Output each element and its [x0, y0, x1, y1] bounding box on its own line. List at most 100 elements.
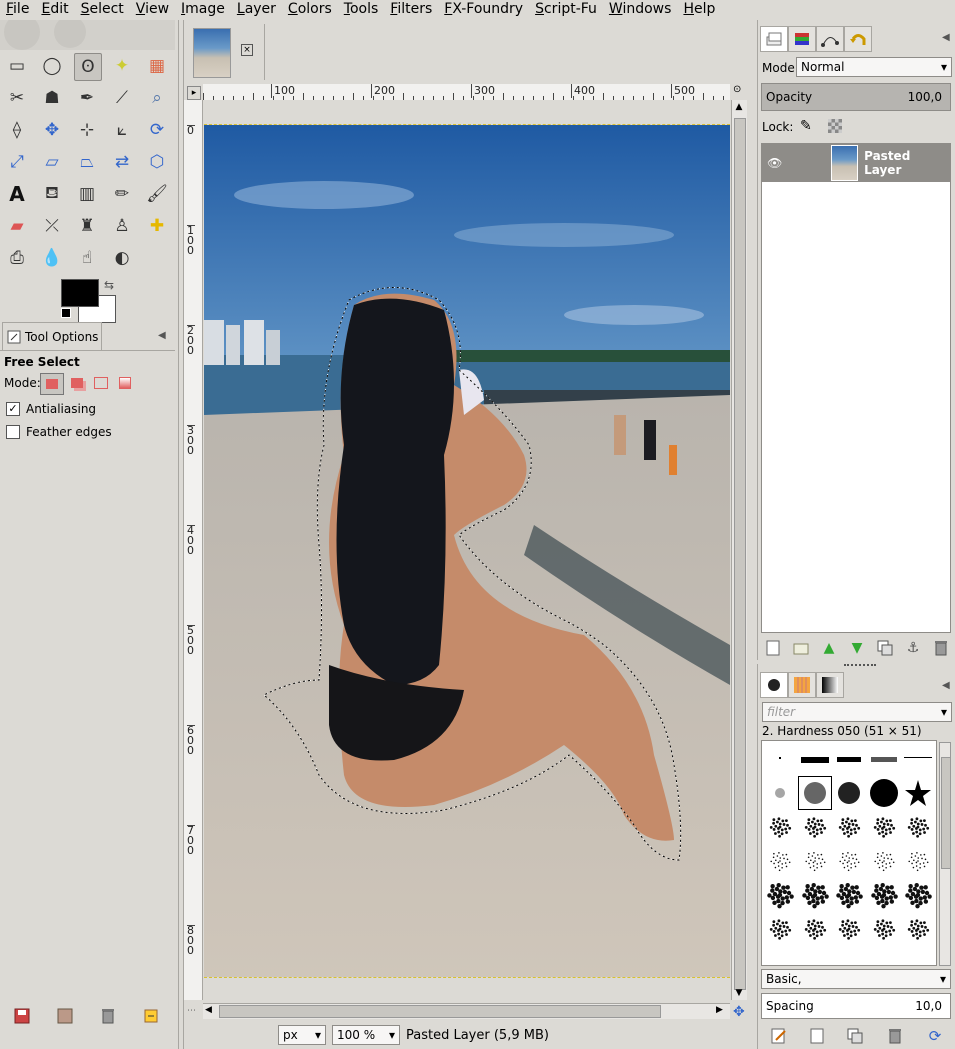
delete-brush-button[interactable] [885, 1026, 905, 1046]
brush-smudge-icon[interactable] [867, 742, 901, 776]
brush-speckle-1-icon[interactable] [763, 912, 797, 946]
feather-edges-checkbox[interactable] [6, 425, 20, 439]
zoom-image-icon[interactable]: ⊙ [733, 84, 745, 98]
tab-tool-options[interactable]: Tool Options [2, 322, 102, 350]
shear-tool-button[interactable]: ▱ [39, 149, 65, 175]
cage-tool-button[interactable]: ⬡ [144, 149, 170, 175]
text-tool-button[interactable]: A [4, 181, 30, 207]
move-tool-button[interactable]: ✥ [39, 117, 65, 143]
spacing-spinscale[interactable]: Spacing 10,0 [761, 993, 951, 1019]
brush-grid-scrollbar[interactable] [939, 742, 951, 966]
menu-edit[interactable]: Edit [35, 0, 74, 19]
scroll-right-icon[interactable]: ▶ [716, 1005, 728, 1017]
perspective-tool-button[interactable]: ⏢ [74, 149, 100, 175]
brush-speckle-4-icon[interactable] [867, 912, 901, 946]
configure-tab-icon[interactable]: ◀ [942, 32, 950, 43]
brush-scroll-thumb[interactable] [941, 757, 951, 869]
menu-select[interactable]: Select [75, 0, 130, 19]
blur-tool-button[interactable]: 💧 [39, 245, 65, 271]
menu-script-fu[interactable]: Script-Fu [529, 0, 603, 19]
brush-blob-4-icon[interactable] [867, 878, 901, 912]
antialiasing-checkbox-row[interactable]: ✓ Antialiasing [6, 402, 96, 416]
brush-blob-5-icon[interactable] [901, 878, 935, 912]
mode-subtract-button[interactable] [90, 373, 112, 393]
tab-channels[interactable] [788, 26, 816, 52]
heal-tool-button[interactable]: ✚ [144, 213, 170, 239]
layer-row[interactable]: 👁 Pasted Layer [762, 144, 950, 182]
align-tool-button[interactable]: ⊹ [74, 117, 100, 143]
menu-help[interactable]: Help [677, 0, 721, 19]
brush-sparse-4-icon[interactable] [867, 844, 901, 878]
menu-colors[interactable]: Colors [282, 0, 338, 19]
layer-mode-select[interactable]: Normal ▾ [796, 57, 952, 77]
fuzzy-select-tool-button[interactable]: ✦ [109, 53, 135, 79]
edit-brush-button[interactable] [769, 1026, 789, 1046]
ink-tool-button[interactable]: ♜ [74, 213, 100, 239]
flip-tool-button[interactable]: ⇄ [109, 149, 135, 175]
perspective-clone-tool-button[interactable]: ⎙ [4, 245, 30, 271]
brush-texture-5-icon[interactable] [901, 810, 935, 844]
brush-speckle-3-icon[interactable] [832, 912, 866, 946]
menu-image[interactable]: Image [175, 0, 231, 19]
vertical-scroll-thumb[interactable] [734, 118, 746, 990]
duplicate-layer-button[interactable] [875, 638, 895, 658]
scissors-tool-button[interactable]: ✂ [4, 85, 30, 111]
zoom-selector[interactable]: 100 % ▾ [332, 1025, 400, 1045]
paintbrush-tool-button[interactable]: 🖌 [144, 181, 170, 207]
menu-layer[interactable]: Layer [231, 0, 282, 19]
image-thumbnail[interactable] [193, 28, 231, 78]
image-canvas[interactable] [204, 125, 730, 977]
menu-windows[interactable]: Windows [603, 0, 678, 19]
image-tab[interactable]: × [190, 24, 265, 80]
brush-dash-icon[interactable] [832, 742, 866, 776]
anchor-layer-button[interactable]: ⚓ [903, 638, 923, 658]
brush-circle-large-icon[interactable] [867, 776, 901, 810]
brush-blob-2-icon[interactable] [798, 878, 832, 912]
airbrush-tool-button[interactable]: ⤫ [39, 213, 65, 239]
new-layer-group-button[interactable] [791, 638, 811, 658]
brush-grid[interactable] [761, 740, 937, 966]
configure-tab-icon[interactable]: ◀ [158, 330, 166, 341]
menu-view[interactable]: View [130, 0, 175, 19]
brush-soft-small-icon[interactable] [763, 776, 797, 810]
unit-selector[interactable]: px ▾ [278, 1025, 326, 1045]
clone-tool-button[interactable]: ♙ [109, 213, 135, 239]
navigate-icon[interactable]: ✥ [733, 1004, 745, 1020]
dock-handle[interactable] [844, 664, 876, 670]
free-select-tool-button[interactable]: ʘ [74, 53, 102, 81]
horizontal-scrollbar[interactable]: ◀ ▶ [203, 1003, 730, 1019]
menu-fx-foundry[interactable]: FX-Foundry [438, 0, 529, 19]
color-select-tool-button[interactable]: ▦ [144, 53, 170, 79]
dodge-burn-tool-button[interactable]: ◐ [109, 245, 135, 271]
tab-patterns[interactable] [788, 672, 816, 698]
brush-speckle-5-icon[interactable] [901, 912, 935, 946]
brush-star-icon[interactable] [901, 776, 935, 810]
configure-tab-icon[interactable]: ◀ [942, 680, 950, 691]
mode-intersect-button[interactable] [114, 373, 136, 393]
horizontal-scroll-thumb[interactable] [219, 1005, 661, 1018]
scale-tool-button[interactable]: ⤢ [4, 149, 30, 175]
duplicate-brush-button[interactable] [845, 1026, 865, 1046]
restore-tool-preset-button[interactable] [55, 1006, 75, 1026]
rect-select-tool-button[interactable]: ▭ [4, 53, 30, 79]
save-tool-preset-button[interactable] [12, 1006, 32, 1026]
quick-mask-menu-icon[interactable]: ▸ [187, 86, 201, 100]
smudge-tool-button[interactable]: ☝ [74, 245, 100, 271]
brush-preset-select[interactable]: Basic, ▾ [761, 969, 951, 989]
rotate-tool-button[interactable]: ⟳ [144, 117, 170, 143]
scroll-up-icon[interactable]: ▲ [734, 102, 744, 114]
brush-speckle-2-icon[interactable] [798, 912, 832, 946]
menu-tools[interactable]: Tools [338, 0, 385, 19]
brush-texture-4-icon[interactable] [867, 810, 901, 844]
zoom-tool-button[interactable]: ⌕ [144, 85, 170, 111]
quick-mask-toggle-icon[interactable]: ⋯ [187, 1006, 196, 1016]
layer-name[interactable]: Pasted Layer [864, 149, 950, 177]
brush-sparse-2-icon[interactable] [798, 844, 832, 878]
brush-thin-line-icon[interactable] [901, 742, 935, 776]
tab-undo-history[interactable] [844, 26, 872, 52]
brush-sparse-1-icon[interactable] [763, 844, 797, 878]
eraser-tool-button[interactable]: ▰ [4, 213, 30, 239]
mode-replace-button[interactable] [40, 373, 64, 395]
new-brush-button[interactable] [807, 1026, 827, 1046]
eye-icon[interactable]: 👁 [762, 156, 787, 170]
